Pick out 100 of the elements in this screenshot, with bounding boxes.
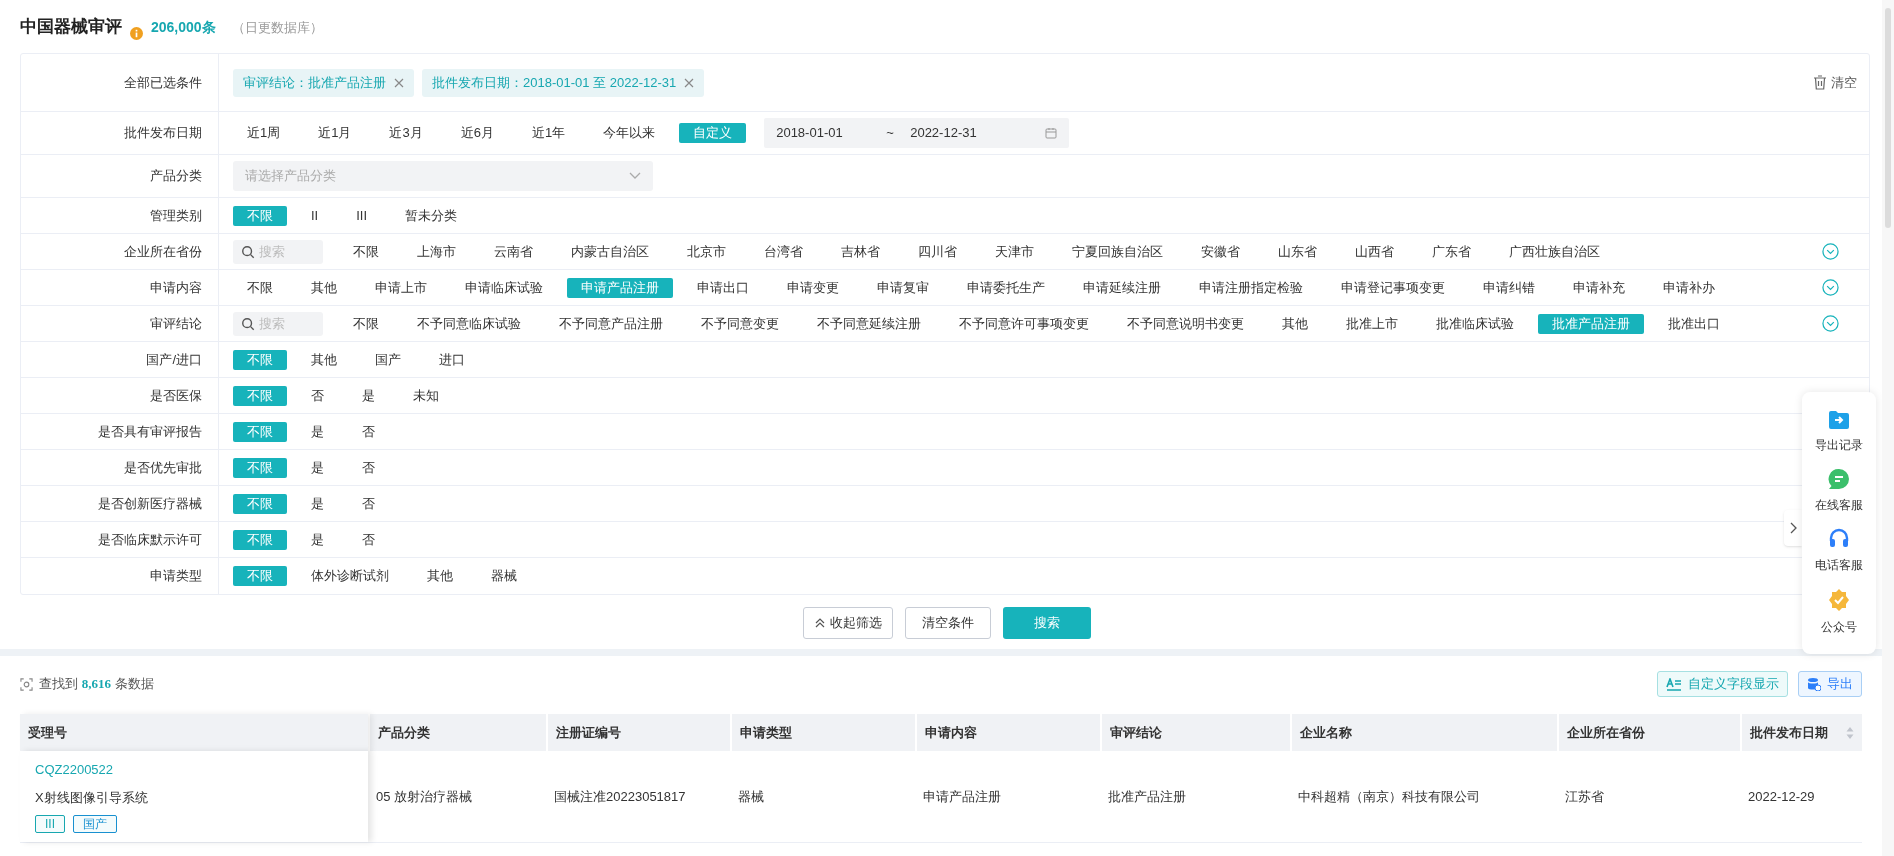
filter-option[interactable]: 申请委托生产: [953, 277, 1059, 298]
filter-option[interactable]: 不予同意许可事项变更: [945, 313, 1103, 334]
column-header[interactable]: 受理号: [20, 714, 368, 751]
filter-option[interactable]: 近1年: [517, 123, 580, 143]
filter-option[interactable]: 不限: [339, 313, 393, 334]
filter-option[interactable]: 申请登记事项变更: [1327, 277, 1459, 298]
column-header[interactable]: 企业所在省份: [1557, 714, 1740, 751]
filter-option[interactable]: 今年以来: [589, 123, 670, 143]
close-icon[interactable]: [684, 77, 695, 88]
filter-option[interactable]: 否: [348, 421, 389, 442]
side-panel-item[interactable]: 电话客服: [1815, 528, 1863, 574]
clear-conditions-button[interactable]: 清空条件: [905, 607, 991, 639]
filter-option[interactable]: 北京市: [673, 241, 740, 262]
filter-option[interactable]: 申请延续注册: [1069, 277, 1175, 298]
filter-option[interactable]: 广东省: [1418, 241, 1485, 262]
close-icon[interactable]: [394, 77, 404, 88]
filter-option[interactable]: 内蒙古自治区: [557, 241, 663, 262]
filter-option[interactable]: 批准临床试验: [1422, 313, 1528, 334]
filter-option[interactable]: 批准上市: [1332, 313, 1412, 334]
filter-option[interactable]: 是: [297, 529, 338, 550]
filter-option[interactable]: 其他: [1268, 313, 1322, 334]
date-range-field[interactable]: 2018-01-01 ~ 2022-12-31: [764, 118, 1070, 148]
filter-option[interactable]: III: [342, 205, 382, 226]
filter-option[interactable]: 不予同意变更: [687, 313, 793, 334]
filter-option[interactable]: 否: [348, 493, 389, 514]
filter-option[interactable]: 否: [348, 457, 389, 478]
filter-option[interactable]: 国产: [361, 349, 415, 370]
filter-option[interactable]: 申请补办: [1649, 277, 1729, 298]
filter-option[interactable]: 不予同意延续注册: [803, 313, 935, 334]
column-header[interactable]: 申请类型: [730, 714, 915, 751]
filter-option[interactable]: 申请变更: [773, 277, 853, 298]
filter-option[interactable]: 其他: [297, 349, 351, 370]
filter-option[interactable]: II: [297, 205, 333, 226]
filter-option[interactable]: 近1月: [304, 123, 366, 143]
filter-option[interactable]: 申请临床试验: [451, 277, 557, 298]
filter-option[interactable]: 天津市: [981, 241, 1048, 262]
badge-check-icon: [1827, 588, 1851, 612]
side-panel-item[interactable]: 公众号: [1821, 588, 1857, 636]
filter-option[interactable]: 是: [297, 457, 338, 478]
filter-option[interactable]: 云南省: [480, 241, 547, 262]
filter-option[interactable]: 台湾省: [750, 241, 817, 262]
filter-option[interactable]: 安徽省: [1187, 241, 1254, 262]
table-cell-text: 国械注准20223051817: [554, 787, 686, 806]
expand-icon[interactable]: [1822, 243, 1839, 260]
export-button[interactable]: 导出: [1798, 671, 1862, 697]
column-header[interactable]: 审评结论: [1100, 714, 1290, 751]
collapse-filter-button[interactable]: 收起筛选: [803, 607, 893, 639]
filter-option[interactable]: 四川省: [904, 241, 971, 262]
column-header[interactable]: 批件发布日期: [1740, 714, 1862, 751]
filter-option[interactable]: 申请纠错: [1469, 277, 1549, 298]
filter-option[interactable]: 是: [297, 493, 338, 514]
filter-option[interactable]: 山西省: [1341, 241, 1408, 262]
filter-option[interactable]: 否: [297, 385, 338, 406]
column-header[interactable]: 企业名称: [1290, 714, 1557, 751]
filter-option[interactable]: 上海市: [403, 241, 470, 262]
filter-option[interactable]: 山东省: [1264, 241, 1331, 262]
clear-all-button[interactable]: 清空: [1813, 72, 1857, 93]
filter-option[interactable]: 近1周: [233, 123, 295, 143]
filter-option[interactable]: 申请注册指定检验: [1185, 277, 1317, 298]
filter-label: 国产/进口: [146, 350, 202, 369]
sort-icon[interactable]: [1846, 725, 1854, 740]
filter-option[interactable]: 宁夏回族自治区: [1058, 241, 1177, 262]
expand-icon[interactable]: [1822, 315, 1839, 332]
filter-option[interactable]: 批准出口: [1654, 313, 1734, 334]
filter-option[interactable]: 是: [348, 385, 389, 406]
page-title: 中国器械审评: [20, 16, 122, 38]
filter-option[interactable]: 申请上市: [361, 277, 441, 298]
scan-icon: [20, 677, 33, 691]
side-panel-item[interactable]: 在线客服: [1815, 468, 1863, 514]
filter-option[interactable]: 近6月: [446, 123, 508, 143]
filter-option[interactable]: 不予同意产品注册: [545, 313, 677, 334]
filter-option[interactable]: 不限: [233, 277, 287, 298]
filter-option[interactable]: 进口: [425, 349, 479, 370]
filter-option[interactable]: 是: [297, 421, 338, 442]
expand-icon[interactable]: [1822, 279, 1839, 296]
filter-option[interactable]: 未知: [399, 385, 453, 406]
filter-option[interactable]: 申请出口: [683, 277, 763, 298]
filter-option[interactable]: 申请补充: [1559, 277, 1639, 298]
filter-option[interactable]: 申请复审: [863, 277, 943, 298]
filter-option[interactable]: 其他: [297, 277, 351, 298]
column-header[interactable]: 产品分类: [368, 714, 546, 751]
filter-option[interactable]: 其他: [413, 566, 467, 586]
filter-label: 管理类别: [150, 206, 202, 225]
filter-label: 申请类型: [150, 567, 202, 586]
filter-option[interactable]: 不予同意说明书变更: [1113, 313, 1258, 334]
filter-option[interactable]: 吉林省: [827, 241, 894, 262]
filter-option[interactable]: 广西壮族自治区: [1495, 241, 1614, 262]
filter-label: 产品分类: [150, 167, 202, 186]
collapse-panel-button[interactable]: [1784, 510, 1802, 546]
filter-option[interactable]: 近3月: [375, 123, 437, 143]
column-header[interactable]: 注册证编号: [546, 714, 730, 751]
filter-option[interactable]: 器械: [477, 566, 531, 586]
filter-option[interactable]: 体外诊断试剂: [297, 566, 403, 586]
filter-option[interactable]: 否: [348, 529, 389, 550]
side-panel-item[interactable]: 导出记录: [1815, 410, 1863, 454]
column-header[interactable]: 申请内容: [915, 714, 1100, 751]
filter-option[interactable]: 不限: [339, 241, 393, 262]
filter-option[interactable]: 暂未分类: [391, 205, 472, 226]
filter-option[interactable]: 不予同意临床试验: [403, 313, 535, 334]
folder-arrow-icon: [1828, 410, 1850, 430]
